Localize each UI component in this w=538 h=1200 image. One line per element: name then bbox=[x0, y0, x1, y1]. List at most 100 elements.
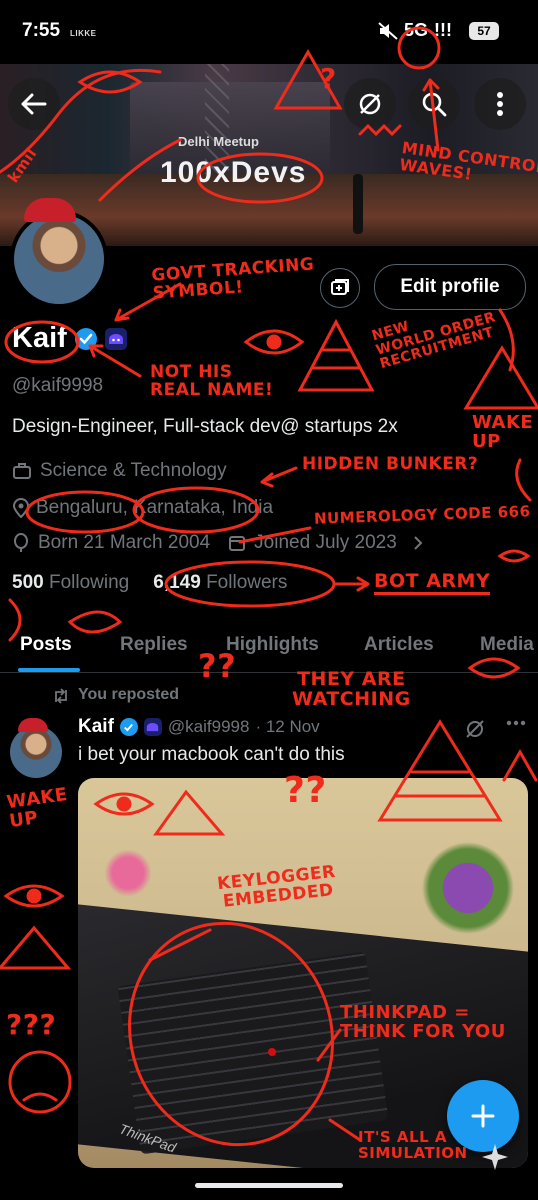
post-date: · 12 Nov bbox=[255, 717, 320, 736]
annotation-simulation: IT'S ALL A SIMULATION bbox=[358, 1128, 468, 1162]
status-time: 7:55 bbox=[22, 20, 61, 41]
profile-name-row: Kaif bbox=[12, 322, 127, 355]
eye-profile bbox=[243, 329, 305, 355]
profile-joined: Joined July 2023 bbox=[254, 532, 397, 553]
tab-media[interactable]: Media bbox=[480, 634, 534, 656]
annotation-thinkpad: THINKPAD = THINK FOR YOU bbox=[340, 1002, 506, 1042]
category-row: Science & Technology bbox=[12, 460, 227, 482]
verified-badge-icon[interactable] bbox=[74, 327, 97, 350]
post-verified-badge-icon bbox=[119, 718, 138, 736]
santa-hat bbox=[24, 198, 76, 222]
briefcase-icon bbox=[13, 463, 31, 479]
scared-mouth bbox=[22, 1092, 58, 1102]
battery-icon: 57 bbox=[469, 22, 499, 40]
annotation-govt-tracking: GOVT TRACKING SYMBOL! bbox=[150, 254, 315, 304]
tab-replies[interactable]: Replies bbox=[120, 634, 188, 656]
signal-icon: !!! bbox=[434, 20, 452, 40]
eye-left bbox=[3, 884, 65, 908]
banner-speaker-figure bbox=[353, 174, 363, 234]
followers-label: Followers bbox=[206, 572, 288, 593]
sparkle-icon bbox=[482, 1144, 508, 1170]
plus-icon bbox=[471, 1104, 495, 1128]
search-button[interactable] bbox=[408, 78, 460, 130]
pyramid-profile bbox=[297, 318, 375, 392]
arrow-bunker bbox=[260, 466, 298, 488]
location-pin-icon bbox=[12, 498, 30, 518]
affiliate-badge-icon[interactable] bbox=[104, 327, 127, 350]
pyramid-left bbox=[0, 925, 72, 970]
annotation-question-1: ? bbox=[320, 62, 337, 95]
location-row: Bengaluru, Karnataka, India bbox=[12, 497, 273, 519]
flower-purple bbox=[418, 838, 518, 938]
tab-highlights[interactable]: Highlights bbox=[226, 634, 319, 656]
scared-face bbox=[8, 1050, 72, 1114]
tab-articles[interactable]: Articles bbox=[364, 634, 434, 656]
profile-avatar[interactable] bbox=[10, 210, 108, 308]
flower-pink bbox=[98, 848, 158, 898]
post-affiliate-badge-icon bbox=[143, 718, 162, 736]
mute-icon bbox=[378, 22, 398, 45]
repost-icon bbox=[55, 688, 67, 704]
following-label: Following bbox=[48, 572, 130, 593]
dashboard-icon bbox=[331, 279, 349, 295]
eye-left-pupil bbox=[26, 888, 42, 904]
eye-profile-pupil bbox=[266, 334, 282, 350]
location-country: India bbox=[231, 497, 274, 518]
arrow-bot bbox=[334, 576, 370, 592]
chevron-right-icon[interactable] bbox=[413, 535, 423, 551]
post-author-name[interactable]: Kaif bbox=[78, 716, 114, 738]
annotation-hidden-bunker: HIDDEN BUNKER? bbox=[302, 454, 479, 474]
location-city: Bengaluru, bbox=[36, 497, 128, 518]
calendar-icon bbox=[229, 536, 246, 551]
scribble-right-2 bbox=[515, 458, 532, 502]
followers-count: 6,149 bbox=[153, 572, 201, 593]
balloon-icon bbox=[14, 533, 28, 552]
annotation-wake-up-1: WAKE UP bbox=[472, 412, 534, 452]
annotation-not-real-name: NOT HIS REAL NAME! bbox=[150, 362, 274, 400]
eye-far-right bbox=[497, 549, 531, 563]
tab-posts[interactable]: Posts bbox=[20, 634, 72, 656]
banner-event-subtext: Delhi Meetup bbox=[178, 134, 259, 149]
annotation-bot-army: BOT ARMY bbox=[374, 571, 491, 595]
post-author-handle: @kaif9998 bbox=[167, 717, 250, 736]
annotation-they-watching: THEY ARE WATCHING bbox=[292, 668, 411, 710]
grok-button[interactable] bbox=[344, 78, 396, 130]
more-vertical-icon bbox=[497, 92, 503, 116]
profile-tabs: Posts Replies Highlights Articles Media bbox=[0, 620, 538, 673]
status-carrier: LIKKE bbox=[70, 29, 97, 38]
grok-icon bbox=[359, 93, 381, 115]
professional-dashboard-button[interactable] bbox=[320, 268, 360, 308]
scribble-right bbox=[498, 308, 515, 372]
back-arrow-icon bbox=[21, 93, 47, 115]
pyramid-edge bbox=[502, 748, 538, 782]
post-more-icon[interactable] bbox=[506, 720, 526, 726]
annotation-wake-up-2: WAKE UP bbox=[5, 783, 69, 832]
profile-born: Born 21 March 2004 bbox=[38, 532, 211, 553]
more-options-button[interactable] bbox=[474, 78, 526, 130]
laptop-trackpoint bbox=[268, 1048, 276, 1056]
status-bar: 7:55 LIKKE 5G !!! 57 bbox=[0, 0, 538, 64]
search-icon bbox=[422, 92, 447, 117]
grok-post-icon[interactable] bbox=[464, 718, 486, 740]
back-button[interactable] bbox=[8, 78, 60, 130]
laptop-keyboard bbox=[117, 951, 389, 1155]
profile-category: Science & Technology bbox=[40, 460, 227, 481]
post-author-avatar[interactable] bbox=[10, 726, 62, 778]
banner-event-text: 100xDevs bbox=[160, 156, 307, 189]
post-text: i bet your macbook can't do this bbox=[78, 744, 345, 765]
following-link[interactable]: 500 Following bbox=[12, 572, 129, 594]
profile-handle: @kaif9998 bbox=[12, 375, 104, 396]
repost-label: You reposted bbox=[78, 686, 180, 703]
profile-bio: Design-Engineer, Full-stack dev@ startup… bbox=[12, 416, 398, 437]
location-state: Karnataka, bbox=[133, 497, 226, 518]
dates-row: Born 21 March 2004 Joined July 2023 bbox=[12, 532, 423, 554]
annotation-question-3: ??? bbox=[6, 1008, 57, 1041]
network-type: 5G bbox=[404, 20, 429, 40]
home-indicator[interactable] bbox=[195, 1183, 343, 1188]
annotation-question-2: ?? bbox=[198, 647, 237, 685]
followers-link[interactable]: 6,149 Followers bbox=[153, 572, 287, 594]
annotation-numerology: NUMEROLOGY CODE 666 bbox=[313, 502, 531, 528]
edit-profile-button[interactable]: Edit profile bbox=[374, 264, 526, 310]
follow-stats: 500 Following 6,149 Followers bbox=[12, 572, 287, 594]
active-tab-indicator bbox=[18, 668, 80, 672]
